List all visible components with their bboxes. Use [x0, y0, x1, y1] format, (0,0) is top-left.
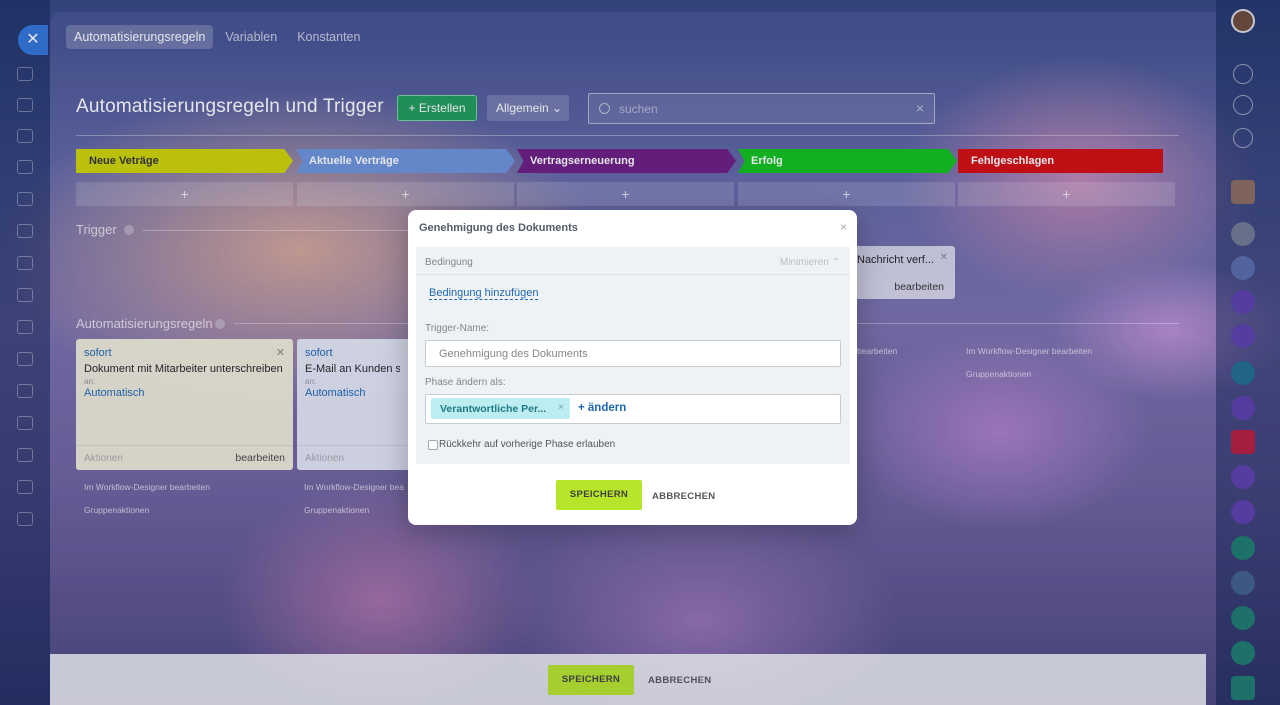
return-label: Rückkehr auf vorherige Phase erlauben: [439, 439, 616, 450]
remove-icon[interactable]: ×: [558, 402, 564, 413]
trigger-dialog: Genehmigung des Dokuments × Bedingung Mi…: [408, 210, 857, 525]
add-condition-link[interactable]: Bedingung hinzufügen: [429, 287, 539, 300]
return-checkbox[interactable]: [428, 440, 438, 450]
phase-field[interactable]: Verantwortliche Per... × + ändern: [425, 394, 841, 424]
close-icon[interactable]: ×: [840, 220, 847, 234]
chip-label: Verantwortliche Per...: [440, 403, 547, 415]
dialog-title: Genehmigung des Dokuments: [419, 222, 578, 234]
dialog-body: Bedingung Minimieren ⌃ Bedingung hinzufü…: [416, 247, 850, 464]
change-link[interactable]: + ändern: [578, 402, 626, 414]
minimize-label: Minimieren: [779, 257, 829, 268]
phase-chip[interactable]: Verantwortliche Per... ×: [431, 398, 570, 419]
minimize-toggle[interactable]: Minimieren ⌃: [780, 257, 840, 268]
phase-label: Phase ändern als:: [425, 377, 506, 388]
dialog-save-button[interactable]: SPEICHERN: [556, 480, 642, 510]
trigger-name-input[interactable]: Genehmigung des Dokuments: [425, 340, 841, 367]
trigger-name-label: Trigger-Name:: [425, 323, 490, 334]
divider: [416, 274, 850, 275]
chevron-up-icon: ⌃: [831, 257, 840, 268]
condition-label: Bedingung: [425, 257, 473, 268]
trigger-name-value: Genehmigung des Dokuments: [439, 348, 588, 360]
dialog-cancel-button[interactable]: ABBRECHEN: [652, 491, 715, 502]
